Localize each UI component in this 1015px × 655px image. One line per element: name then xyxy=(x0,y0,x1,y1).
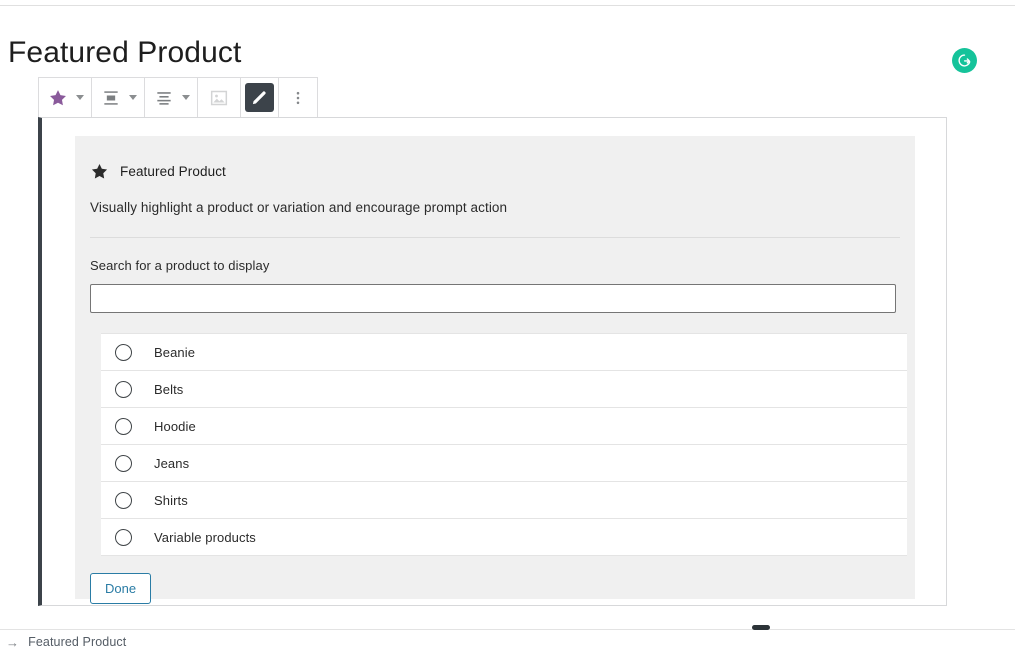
search-label: Search for a product to display xyxy=(90,258,270,273)
grammarly-badge[interactable] xyxy=(952,48,977,73)
panel-divider xyxy=(90,237,900,238)
radio-icon[interactable] xyxy=(115,528,132,546)
star-icon xyxy=(50,89,66,105)
toolbar-group-text-align xyxy=(145,78,198,117)
list-item[interactable]: Jeans xyxy=(101,445,907,482)
text-align-button[interactable] xyxy=(149,81,179,114)
top-divider xyxy=(0,5,1015,6)
product-label: Hoodie xyxy=(154,418,196,434)
breadcrumb-label: Featured Product xyxy=(28,635,127,649)
three-dots-vertical-icon xyxy=(296,91,300,104)
selected-block[interactable]: Featured Product Visually highlight a pr… xyxy=(38,117,947,606)
pencil-icon xyxy=(252,91,266,105)
align-text-center-icon xyxy=(157,91,171,105)
edit-button[interactable] xyxy=(245,83,274,112)
chevron-down-icon xyxy=(182,95,190,100)
block-type-star-button[interactable] xyxy=(43,81,73,114)
list-item[interactable]: Shirts xyxy=(101,482,907,519)
toolbar-group-block-type xyxy=(39,78,92,117)
media-button[interactable] xyxy=(202,81,236,114)
list-item[interactable]: Variable products xyxy=(101,519,907,556)
page-title: Featured Product xyxy=(8,36,242,69)
toolbar-group-media xyxy=(198,78,241,117)
radio-icon[interactable] xyxy=(115,491,132,509)
toolbar-group-edit xyxy=(241,78,279,117)
panel-header: Featured Product xyxy=(75,136,915,181)
bottom-divider xyxy=(0,629,1015,630)
product-label: Variable products xyxy=(154,529,256,545)
drag-handle[interactable] xyxy=(752,625,770,630)
panel-title: Featured Product xyxy=(120,164,226,179)
radio-icon[interactable] xyxy=(115,343,132,361)
radio-icon[interactable] xyxy=(115,417,132,435)
star-icon xyxy=(91,164,108,179)
change-alignment-button[interactable] xyxy=(96,81,126,114)
list-item[interactable]: Belts xyxy=(101,371,907,408)
align-block-icon xyxy=(104,90,118,105)
block-toolbar xyxy=(38,77,318,118)
grammarly-g-icon xyxy=(958,54,971,67)
radio-icon[interactable] xyxy=(115,454,132,472)
search-input[interactable] xyxy=(90,284,896,313)
image-placeholder-icon xyxy=(210,90,228,105)
product-label: Shirts xyxy=(154,492,188,508)
product-label: Beanie xyxy=(154,344,196,360)
change-alignment-caret[interactable] xyxy=(126,81,140,114)
more-options-button[interactable] xyxy=(283,81,313,114)
block-type-caret[interactable] xyxy=(73,81,87,114)
chevron-down-icon xyxy=(129,95,137,100)
featured-product-panel: Featured Product Visually highlight a pr… xyxy=(75,136,915,604)
toolbar-group-options xyxy=(279,78,317,117)
panel-description: Visually highlight a product or variatio… xyxy=(90,200,508,215)
product-list: Beanie Belts Hoodie Jeans Shirts Variabl xyxy=(101,333,907,556)
breadcrumb[interactable]: → Featured Product xyxy=(6,635,126,649)
done-button[interactable]: Done xyxy=(90,573,152,604)
product-label: Jeans xyxy=(154,455,190,471)
text-align-caret[interactable] xyxy=(179,81,193,114)
radio-icon[interactable] xyxy=(115,380,132,398)
toolbar-group-block-align xyxy=(92,78,145,117)
list-item[interactable]: Beanie xyxy=(101,334,907,371)
chevron-down-icon xyxy=(76,95,84,100)
product-label: Belts xyxy=(154,381,184,397)
list-item[interactable]: Hoodie xyxy=(101,408,907,445)
arrow-right-icon: → xyxy=(6,634,20,650)
